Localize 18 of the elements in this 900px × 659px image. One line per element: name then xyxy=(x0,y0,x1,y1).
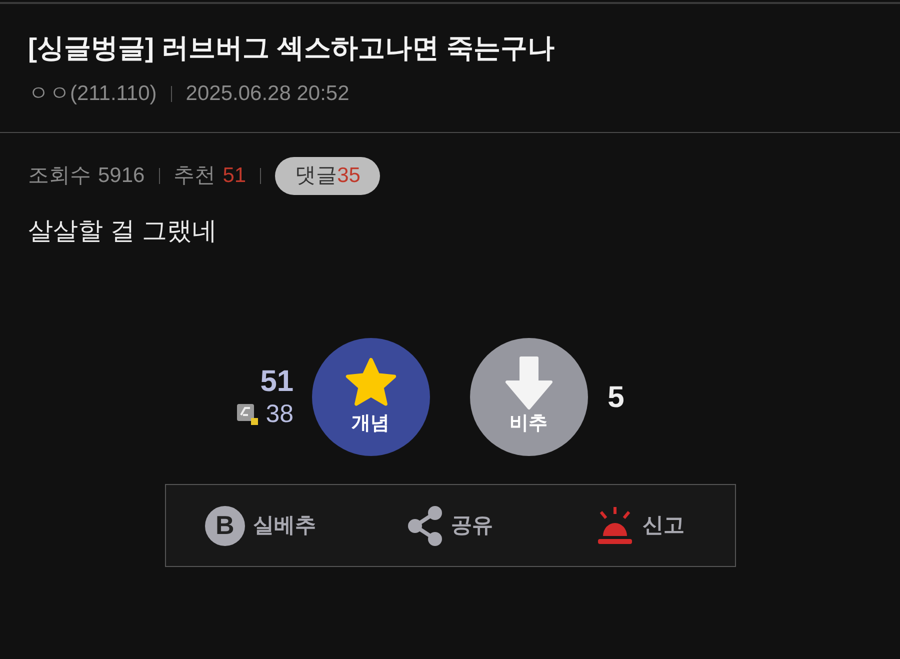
best-button[interactable]: B 실베추 xyxy=(166,485,356,566)
views-count: 5916 xyxy=(98,162,145,189)
down-arrow-icon xyxy=(504,356,553,410)
fixed-upvote-count: 38 xyxy=(266,399,294,429)
downvote-count: 5 xyxy=(608,380,624,416)
share-button[interactable]: 공유 xyxy=(355,485,545,566)
recommend-label: 추천 xyxy=(174,162,216,189)
upvote-count: 51 xyxy=(260,365,294,399)
post-body: 살살할 걸 그랬네 xyxy=(28,216,218,246)
share-icon xyxy=(406,506,443,546)
author-name: ㅇㅇ(211.110) xyxy=(28,81,157,107)
post-date: 2025.06.28 20:52 xyxy=(186,81,350,107)
report-button[interactable]: 신고 xyxy=(544,485,734,566)
comments-button[interactable]: 댓글35 xyxy=(275,156,380,194)
post-title: [싱글벙글] 러브버그 섹스하고나면 죽는구나 xyxy=(28,32,556,65)
recommend-count: 51 xyxy=(222,162,246,189)
upvote-button[interactable]: 개념 xyxy=(312,338,430,456)
views-label: 조회수 xyxy=(28,162,91,189)
